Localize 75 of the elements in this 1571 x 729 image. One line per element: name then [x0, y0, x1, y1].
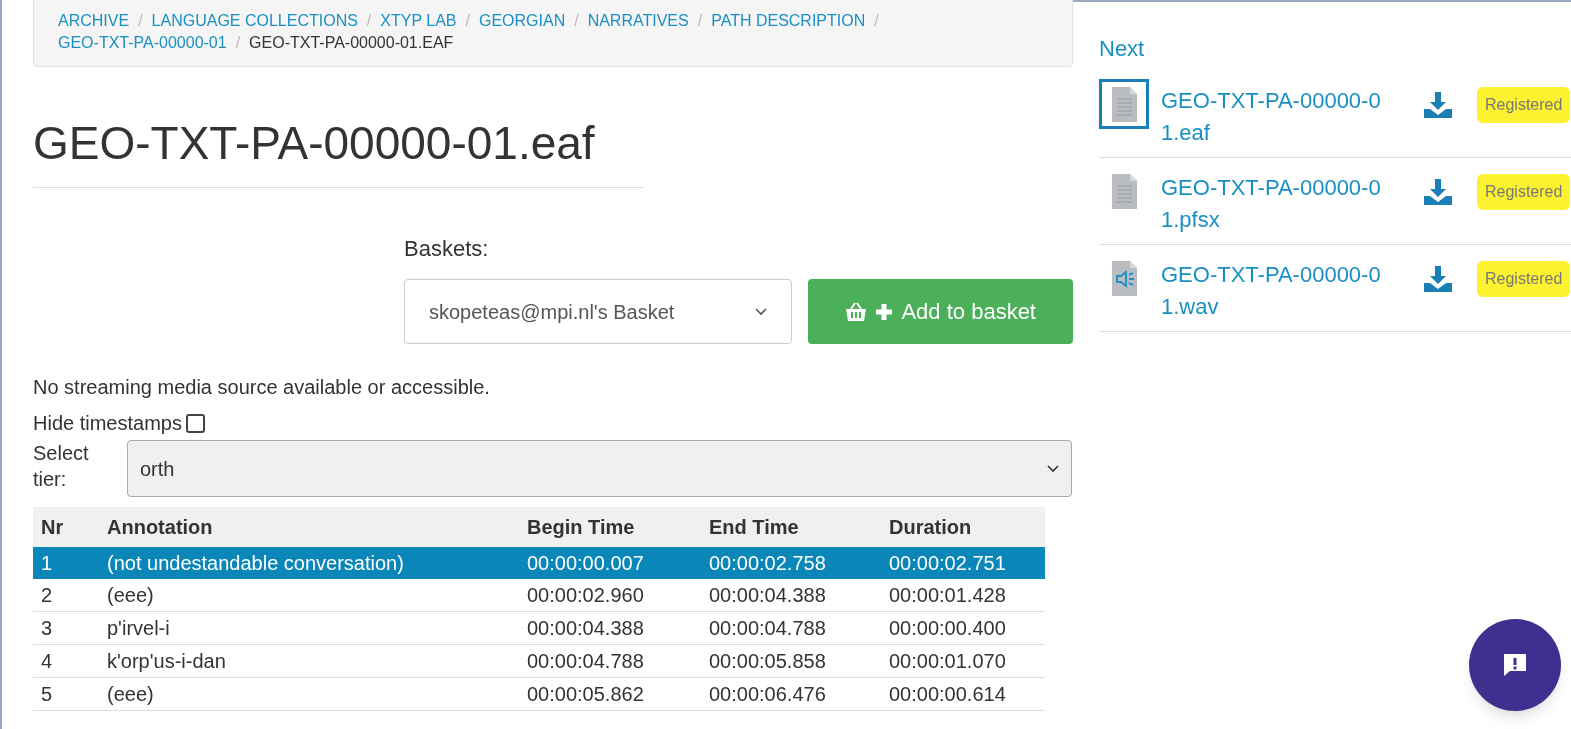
checkbox[interactable] — [185, 413, 205, 433]
breadcrumb-link[interactable]: NARRATIVES — [587, 10, 689, 32]
hide-timestamps-label: Hide timestamps — [33, 411, 182, 436]
document-icon[interactable] — [1099, 79, 1149, 129]
column-header: Annotation — [99, 507, 519, 547]
download-icon[interactable] — [1423, 265, 1453, 293]
table-cell: 00:00:05.858 — [701, 644, 881, 678]
table-cell: 00:00:04.388 — [701, 579, 881, 612]
download-icon[interactable] — [1423, 91, 1453, 119]
status-badge: Registered — [1477, 261, 1571, 297]
column-header: Nr — [33, 507, 99, 547]
breadcrumb-separator: / — [366, 11, 372, 31]
breadcrumb-separator: / — [235, 33, 241, 53]
breadcrumb-separator: / — [574, 11, 579, 31]
table-cell: 00:00:02.758 — [701, 547, 881, 579]
status-badge: Registered — [1477, 87, 1571, 123]
breadcrumb-link[interactable]: GEO-TXT-PA-00000-01 — [58, 32, 227, 54]
caret-icon — [755, 307, 768, 316]
table-cell: 00:00:01.070 — [881, 644, 1045, 678]
status-badge: Registered — [1477, 174, 1571, 210]
table-row[interactable]: 4 k'orp'us-i-dan 00:00:04.788 00:00:05.858 00:00:01.070 — [33, 644, 1045, 678]
table-cell: (eee) — [99, 579, 519, 612]
table-cell: 00:00:02.960 — [519, 579, 701, 612]
add-to-basket-button[interactable]: Add to basket — [808, 279, 1073, 344]
table-cell: 2 — [33, 579, 99, 612]
column-header: Duration — [881, 507, 1045, 547]
table-cell: (not undestandable conversation) — [99, 547, 519, 579]
file-link[interactable]: GEO-TXT-PA-00000-0 1.eaf — [1161, 85, 1411, 149]
breadcrumb-separator: / — [465, 11, 470, 31]
breadcrumb-separator: / — [697, 11, 703, 31]
breadcrumb-link[interactable]: XTYP LAB — [380, 10, 457, 32]
table-cell: 00:00:01.428 — [881, 579, 1045, 612]
table-cell: 5 — [33, 677, 99, 711]
table-cell: p'irvel-i — [99, 611, 519, 645]
breadcrumb-link[interactable]: LANGUAGE COLLECTIONS — [151, 10, 358, 32]
table-row[interactable]: 1 (not undestandable conversation) 00:00:00.007 00:00:02.758 00:00:02.751 — [33, 547, 1045, 579]
table-row[interactable]: 3 p'irvel-i 00:00:04.388 00:00:04.788 00:00:00.400 — [33, 611, 1045, 645]
media-notice: No streaming media source available or accessible. — [33, 375, 491, 400]
next-link[interactable]: Next — [1099, 32, 1571, 65]
tier-select[interactable]: orth — [127, 440, 1072, 497]
basket-select[interactable]: skopeteas@mpi.nl's Basket — [404, 279, 793, 344]
table-row[interactable]: 5 (eee) 00:00:05.862 00:00:06.476 00:00:00.614 — [33, 677, 1045, 711]
column-header: End Time — [701, 507, 881, 547]
column-header: Begin Time — [519, 507, 701, 547]
caret-icon — [1047, 464, 1059, 473]
download-icon[interactable] — [1423, 178, 1453, 206]
table-cell: 1 — [33, 547, 99, 579]
plus-icon — [875, 302, 894, 321]
table-cell: 00:00:00.614 — [881, 677, 1045, 711]
table-cell: 00:00:06.476 — [701, 677, 881, 711]
table-cell: (eee) — [99, 677, 519, 711]
file-link[interactable]: GEO-TXT-PA-00000-0 1.pfsx — [1161, 172, 1411, 236]
basket-icon — [845, 301, 868, 322]
select-tier-label: Select tier: — [33, 441, 90, 492]
table-cell: 00:00:02.751 — [881, 547, 1045, 579]
baskets-label: Baskets: — [404, 235, 490, 263]
page-title: GEO-TXT-PA-00000-01.eaf — [33, 117, 643, 188]
table-cell: 3 — [33, 611, 99, 645]
table-row[interactable]: 2 (eee) 00:00:02.960 00:00:04.388 00:00:01.428 — [33, 579, 1045, 612]
chat-alert-icon — [1502, 652, 1528, 678]
table-cell: 4 — [33, 644, 99, 678]
table-cell: 00:00:00.007 — [519, 547, 701, 579]
table-cell: 00:00:04.788 — [701, 611, 881, 645]
table-cell: 00:00:00.400 — [881, 611, 1045, 645]
breadcrumb-current: GEO-TXT-PA-00000-01.EAF — [249, 33, 454, 53]
breadcrumb-separator: / — [138, 11, 143, 31]
table-cell: 00:00:04.788 — [519, 644, 701, 678]
table-cell: k'orp'us-i-dan — [99, 644, 519, 678]
breadcrumb-link[interactable]: ARCHIVE — [58, 10, 130, 32]
table-cell: 00:00:04.388 — [519, 611, 701, 645]
table-cell: 00:00:05.862 — [519, 677, 701, 711]
breadcrumb-link[interactable]: GEORGIAN — [478, 10, 566, 32]
breadcrumb-separator: / — [874, 11, 879, 31]
breadcrumb-link[interactable]: PATH DESCRIPTION — [711, 10, 866, 32]
file-link[interactable]: GEO-TXT-PA-00000-0 1.wav — [1161, 259, 1411, 323]
